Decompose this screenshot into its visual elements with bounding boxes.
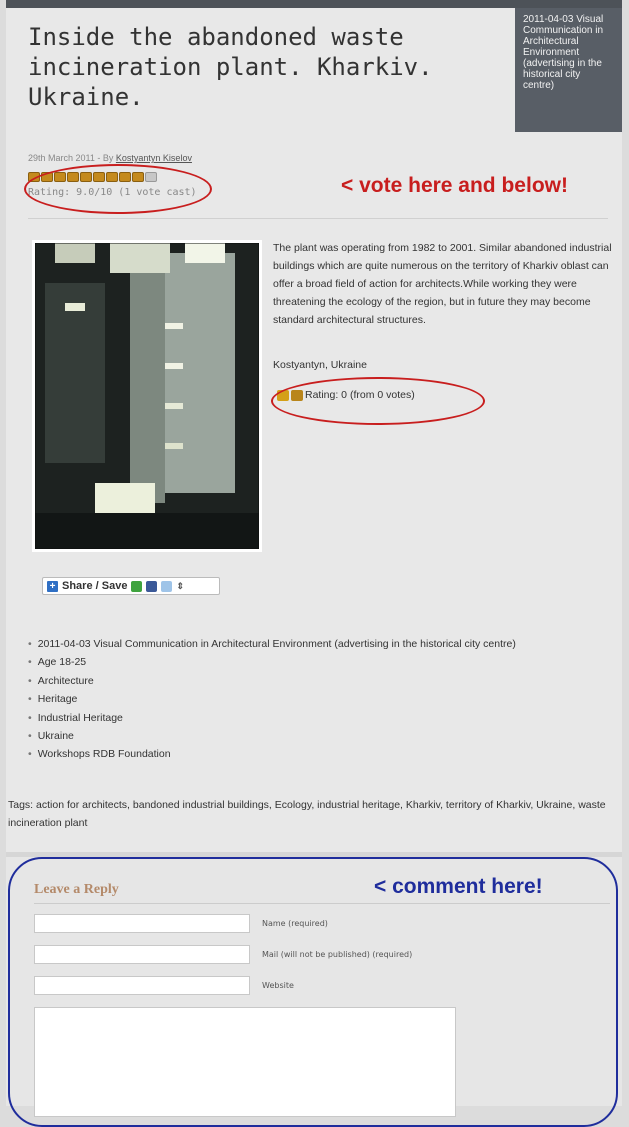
plus-icon: + — [47, 580, 58, 592]
divider — [28, 218, 608, 219]
comment-highlight-oval — [8, 857, 618, 1127]
post-location: Kostyantyn, Ukraine — [273, 359, 367, 371]
category-item[interactable]: 2011-04-03 Visual Communication in Archi… — [28, 635, 516, 653]
category-item[interactable]: Workshops RDB Foundation — [28, 745, 516, 763]
post-title: Inside the abandoned waste incineration … — [28, 23, 433, 111]
tags-line[interactable]: Tags: action for architects, bandoned in… — [8, 796, 618, 832]
category-item[interactable]: Ukraine — [28, 727, 516, 745]
dropdown-arrow-icon[interactable]: ⇕ — [176, 581, 184, 592]
date-box[interactable]: 2011-04-03 Visual Communication in Archi… — [515, 8, 622, 132]
byline: 29th March 2011 - By Kostyantyn Kiselov — [28, 153, 192, 163]
share-icon[interactable] — [131, 580, 143, 592]
post-photo[interactable] — [32, 240, 262, 552]
vote-highlight-oval — [24, 164, 212, 214]
category-list: 2011-04-03 Visual Communication in Archi… — [28, 635, 516, 764]
incineration-plant-photo — [35, 243, 259, 549]
twitter-icon[interactable] — [161, 580, 173, 592]
rating-highlight-oval — [271, 377, 485, 425]
category-item[interactable]: Industrial Heritage — [28, 709, 516, 727]
facebook-icon[interactable] — [146, 580, 158, 592]
share-save-button[interactable]: + Share / Save ⇕ — [42, 577, 220, 595]
post-description: The plant was operating from 1982 to 200… — [273, 242, 612, 326]
top-bar — [6, 0, 622, 8]
category-item[interactable]: Heritage — [28, 690, 516, 708]
category-item[interactable]: Architecture — [28, 672, 516, 690]
category-item[interactable]: Age 18-25 — [28, 653, 516, 671]
share-label: Share / Save — [62, 580, 128, 592]
author-link[interactable]: Kostyantyn Kiselov — [116, 153, 192, 163]
vote-callout: < vote here and below! — [341, 174, 568, 197]
byline-date: 29th March 2011 - By — [28, 153, 114, 163]
